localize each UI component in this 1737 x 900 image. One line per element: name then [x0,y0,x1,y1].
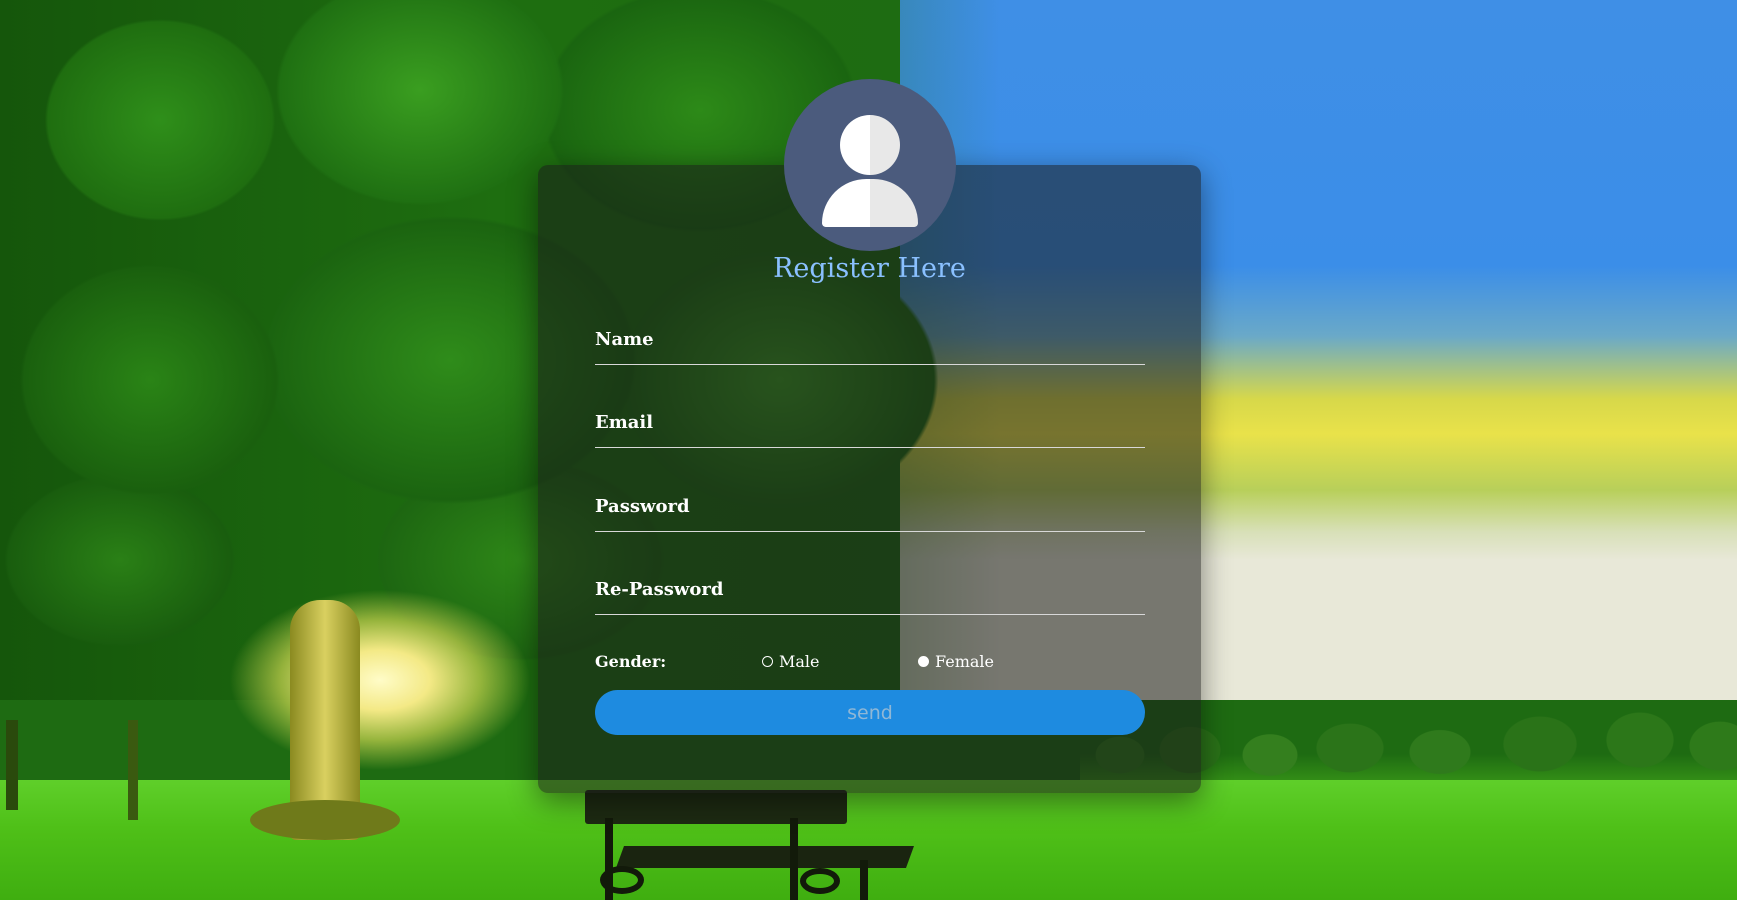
park-bench-leg [790,818,798,900]
park-bench-curl [600,866,644,894]
small-tree-trunk [128,720,138,820]
email-label: Email [595,412,654,433]
background-scene: Register Here Name Email Password Re-Pas… [0,0,1737,900]
email-input[interactable] [595,408,1145,448]
avatar-body [822,179,918,227]
gender-radio-female[interactable]: Female [918,652,994,671]
send-button[interactable]: send [595,690,1145,735]
small-tree-trunk [6,720,18,810]
re-password-label: Re-Password [595,579,724,600]
name-input[interactable] [595,325,1145,365]
radio-label-female: Female [935,652,994,671]
user-silhouette-icon [784,79,956,251]
sunlight-glow [170,560,590,820]
park-bench-seat [615,846,915,868]
form-title: Register Here [773,253,966,284]
gender-radio-male[interactable]: Male [762,652,820,671]
radio-label-male: Male [779,652,820,671]
gender-label: Gender: [595,652,667,671]
radio-unselected-icon [762,656,773,667]
park-bench-leg [860,860,868,900]
avatar-head [840,115,900,175]
park-bench-curl [800,868,840,894]
name-label: Name [595,329,654,350]
password-label: Password [595,496,690,517]
park-bench-back [585,790,847,824]
tree-trunk-base [250,800,400,840]
radio-selected-icon [918,656,929,667]
